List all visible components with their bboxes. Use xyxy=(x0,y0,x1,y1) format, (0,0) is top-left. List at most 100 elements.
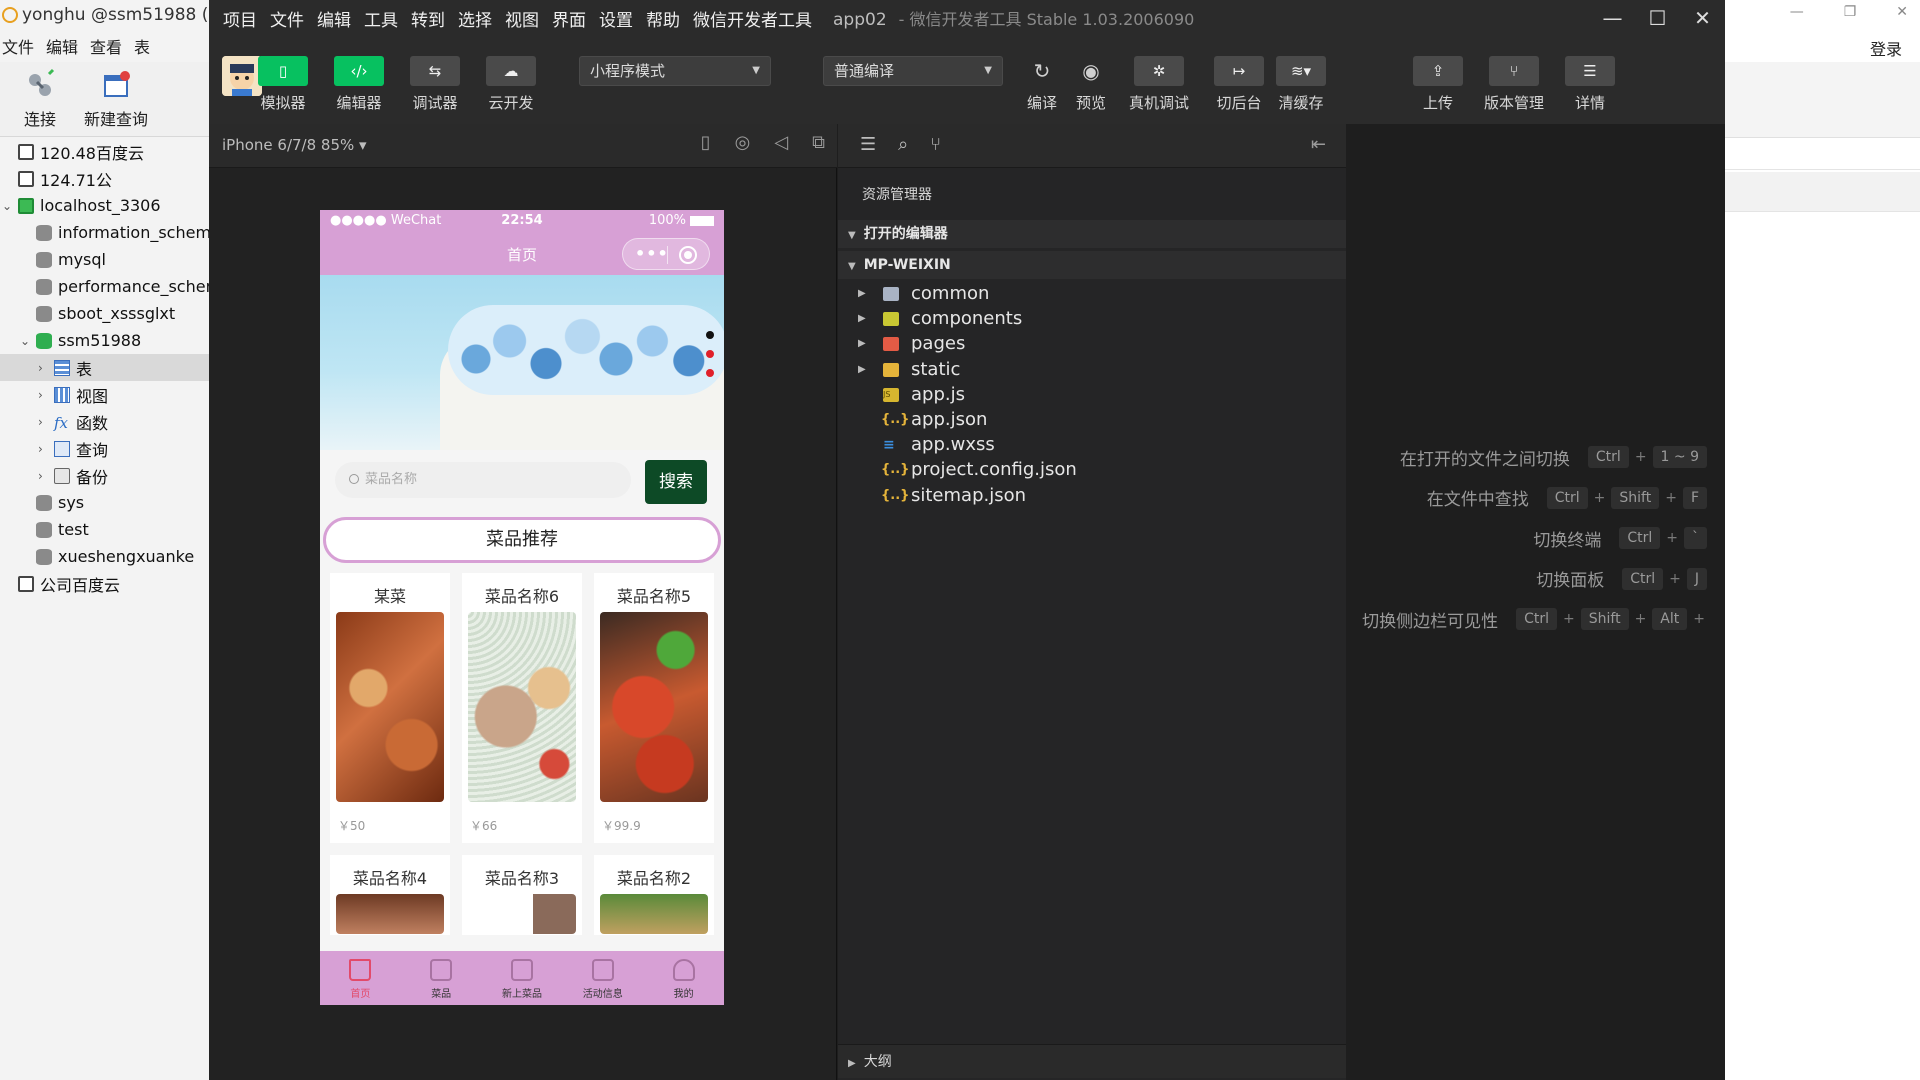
chevron-right-icon[interactable]: › xyxy=(38,388,43,402)
restore-icon[interactable]: ❐ xyxy=(1844,4,1857,28)
devtools-menu-item[interactable]: 编辑 xyxy=(317,6,351,31)
devtools-menu-item[interactable]: 界面 xyxy=(552,6,586,31)
chevron-right-icon[interactable]: ▶ xyxy=(858,305,866,333)
close-miniprogram-icon[interactable] xyxy=(679,246,697,264)
file-item[interactable]: {..} sitemap.json xyxy=(838,482,1346,510)
tree-item[interactable]: xueshengxuanke xyxy=(0,543,210,570)
search-input[interactable]: 菜品名称 xyxy=(335,462,631,498)
chevron-right-icon[interactable]: ▶ xyxy=(858,356,866,384)
tree-item[interactable]: sboot_xsssglxt xyxy=(0,300,210,327)
devtools-menu-item[interactable]: 帮助 xyxy=(646,6,680,31)
version-management-button[interactable]: ⑂ 版本管理 xyxy=(1482,56,1546,113)
chevron-right-icon[interactable]: ▶ xyxy=(858,280,866,308)
chevron-down-icon[interactable]: ⌄ xyxy=(20,334,30,348)
search-icon[interactable]: ⌕ xyxy=(898,134,908,155)
outline-section[interactable]: ▶ 大纲 xyxy=(838,1044,1346,1078)
device-select[interactable]: iPhone 6/7/8 85% ▾ xyxy=(222,136,367,154)
devtools-minimize-icon[interactable]: — xyxy=(1590,0,1635,36)
editor-toggle-button[interactable]: ‹/› 编辑器 xyxy=(327,56,391,113)
folder-item[interactable]: ▶ pages xyxy=(838,330,1346,358)
more-icon[interactable]: ••• xyxy=(635,244,669,263)
navicat-menu-edit[interactable]: 编辑 xyxy=(46,34,78,58)
phone-rotate-icon[interactable]: ▯ xyxy=(701,132,711,153)
devtools-menu-item[interactable]: 项目 xyxy=(223,6,257,31)
file-item[interactable]: {..} project.config.json xyxy=(838,456,1346,484)
git-branch-icon[interactable]: ⑂ xyxy=(930,134,941,155)
tree-item[interactable]: 124.71公 xyxy=(0,165,210,192)
tree-item[interactable]: ⌄ localhost_3306 xyxy=(0,192,210,219)
list-icon[interactable]: ☰ xyxy=(860,134,876,155)
tree-item[interactable]: test xyxy=(0,516,210,543)
compile-mode-select[interactable]: 普通编译 ▼ xyxy=(823,56,1003,86)
tree-item[interactable]: › 备份 xyxy=(0,462,210,489)
popout-icon[interactable]: ⧉ xyxy=(812,132,825,153)
record-icon[interactable]: ◎ xyxy=(735,132,751,153)
devtools-menu-item[interactable]: 视图 xyxy=(505,6,539,31)
compile-button[interactable]: ↻ 编译 xyxy=(1022,56,1062,113)
tab-dishes[interactable]: 菜品 xyxy=(401,951,482,1005)
dish-card[interactable]: 菜品名称4 xyxy=(330,855,450,935)
tree-item[interactable]: › 视图 xyxy=(0,381,210,408)
folder-item[interactable]: ▶ common xyxy=(838,280,1346,308)
folder-item[interactable]: ▶ components xyxy=(838,305,1346,333)
folder-item[interactable]: ▶ static xyxy=(838,356,1346,384)
tree-item[interactable]: sys xyxy=(0,489,210,516)
chevron-right-icon[interactable]: › xyxy=(38,361,43,375)
project-section[interactable]: ▼ MP-WEIXIN xyxy=(838,251,1346,279)
navicat-menu-file[interactable]: 文件 xyxy=(2,34,34,58)
upload-button[interactable]: ⇪ 上传 xyxy=(1406,56,1470,113)
devtools-menu-item[interactable]: 转到 xyxy=(411,6,445,31)
debugger-toggle-button[interactable]: ⇆ 调试器 xyxy=(403,56,467,113)
banner-swiper[interactable] xyxy=(320,275,724,450)
devtools-close-icon[interactable]: ✕ xyxy=(1680,0,1725,36)
open-editors-section[interactable]: ▼ 打开的编辑器 xyxy=(838,220,1346,248)
file-item[interactable]: ≡ app.wxss xyxy=(838,431,1346,459)
devtools-menu-item[interactable]: 工具 xyxy=(364,6,398,31)
mode-select[interactable]: 小程序模式 ▼ xyxy=(579,56,771,86)
swiper-dot[interactable] xyxy=(706,369,714,377)
chevron-right-icon[interactable]: › xyxy=(38,442,43,456)
devtools-maximize-icon[interactable]: ☐ xyxy=(1635,0,1680,36)
tab-new-dishes[interactable]: 新上菜品 xyxy=(482,951,563,1005)
dish-card[interactable]: 菜品名称5 ￥99.9 xyxy=(594,573,714,843)
device-debug-button[interactable]: ✲ 真机调试 xyxy=(1127,56,1191,113)
navicat-menu-view[interactable]: 查看 xyxy=(90,34,122,58)
tab-home[interactable]: 首页 xyxy=(320,951,401,1005)
file-item[interactable]: JS app.js xyxy=(838,381,1346,409)
tab-activities[interactable]: 活动信息 xyxy=(562,951,643,1005)
tree-item[interactable]: 公司百度云 xyxy=(0,570,210,597)
close-icon[interactable]: ✕ xyxy=(1896,4,1908,28)
search-button[interactable]: 搜索 xyxy=(645,460,707,504)
devtools-menu-item[interactable]: 设置 xyxy=(599,6,633,31)
login-button[interactable]: 登录 xyxy=(1870,36,1902,60)
tree-item[interactable]: performance_schema xyxy=(0,273,210,300)
tab-mine[interactable]: 我的 xyxy=(643,951,724,1005)
simulator-toggle-button[interactable]: ▯ 模拟器 xyxy=(251,56,315,113)
tree-item[interactable]: ⌄ ssm51988 xyxy=(0,327,210,354)
new-query-button[interactable]: 新建查询 xyxy=(76,66,156,130)
dish-card[interactable]: 菜品名称3 xyxy=(462,855,582,935)
tree-item[interactable]: › fx 函数 xyxy=(0,408,210,435)
cloud-dev-button[interactable]: ☁ 云开发 xyxy=(479,56,543,113)
devtools-menu-item[interactable]: 微信开发者工具 xyxy=(693,6,812,31)
swiper-dot[interactable] xyxy=(706,350,714,358)
swiper-dot[interactable] xyxy=(706,331,714,339)
dish-card[interactable]: 某菜 ￥50 xyxy=(330,573,450,843)
collapse-panel-icon[interactable]: ⇤ xyxy=(1311,134,1326,155)
tree-item[interactable]: information_schema xyxy=(0,219,210,246)
chevron-right-icon[interactable]: › xyxy=(38,415,43,429)
chevron-right-icon[interactable]: ▶ xyxy=(858,330,866,358)
tree-item[interactable]: › 表 xyxy=(0,354,210,381)
tree-item[interactable]: 120.48百度云 xyxy=(0,138,210,165)
devtools-menu-item[interactable]: 文件 xyxy=(270,6,304,31)
background-button[interactable]: ↦ 切后台 xyxy=(1207,56,1271,113)
file-item[interactable]: {..} app.json xyxy=(838,406,1346,434)
devtools-menu-item[interactable]: 选择 xyxy=(458,6,492,31)
clear-cache-button[interactable]: ≋▾ 清缓存 xyxy=(1269,56,1333,113)
volume-icon[interactable]: ◁ xyxy=(774,132,788,153)
dish-card[interactable]: 菜品名称2 xyxy=(594,855,714,935)
dish-card[interactable]: 菜品名称6 ￥66 xyxy=(462,573,582,843)
minimize-icon[interactable]: — xyxy=(1790,4,1804,28)
connect-button[interactable]: 连接 xyxy=(0,66,80,130)
details-button[interactable]: ☰ 详情 xyxy=(1558,56,1622,113)
